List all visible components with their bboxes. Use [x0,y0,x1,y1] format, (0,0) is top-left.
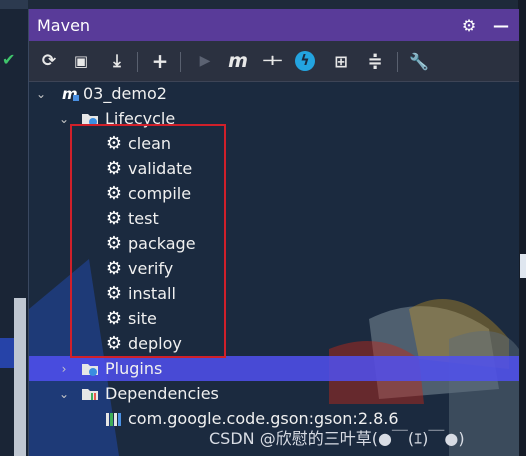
library-icon [105,410,123,428]
lifecycle-goal-label: compile [128,184,192,203]
download-icon[interactable]: ⤓ [105,49,129,73]
lifecycle-goal-label: test [128,209,159,228]
lifecycle-item[interactable]: ⚙ deploy [29,331,519,356]
gear-icon: ⚙ [105,332,123,354]
tree-row-plugins[interactable]: › Plugins [29,356,519,381]
skip-tests-icon[interactable]: ϟ [295,51,315,71]
gear-icon: ⚙ [105,232,123,254]
tool-window-marker[interactable] [520,254,526,278]
lifecycle-item[interactable]: ⚙ install [29,281,519,306]
editor-selection-marker [0,338,14,368]
maven-goal-icon[interactable]: m [226,49,250,73]
gear-icon: ⚙ [105,282,123,304]
lifecycle-item[interactable]: ⚙ verify [29,256,519,281]
tree-row-lifecycle[interactable]: ⌄ Lifecycle [29,106,519,131]
maven-project-tree: ⌄ m 03_demo2 ⌄ Lifecycle ⚙ clean ⚙ valid… [29,81,519,456]
gear-icon: ⚙ [105,132,123,154]
chevron-right-icon[interactable]: › [57,362,71,376]
lifecycle-goal-label: clean [128,134,172,153]
lifecycle-goal-label: verify [128,259,174,278]
editor-tab-strip [0,0,28,9]
gear-icon: ⚙ [105,307,123,329]
lifecycle-item[interactable]: ⚙ clean [29,131,519,156]
add-folder-icon[interactable]: ▣ [69,49,93,73]
editor-scrollbar[interactable] [14,298,26,456]
project-name: 03_demo2 [83,84,167,103]
maven-tool-window: Maven ⚙ — ⟳ ▣ ⤓ + ▶ m ⊣⊢ ϟ ⊞ ≑ 🔧 ⌄ m 03_… [28,9,519,456]
folder-gear-icon [81,110,99,128]
watermark: CSDN @欣慰的三叶草(●￣(ｴ)￣●) [209,429,465,448]
lifecycle-goal-label: package [128,234,196,253]
lifecycle-item[interactable]: ⚙ package [29,231,519,256]
minimize-icon[interactable]: — [491,15,511,35]
editor-gutter: ✔ [0,0,28,456]
gear-icon: ⚙ [105,207,123,229]
side-tool-strip [518,0,526,456]
lifecycle-label: Lifecycle [105,109,176,128]
lifecycle-item[interactable]: ⚙ validate [29,156,519,181]
toolbar-separator [397,52,398,72]
folder-library-icon [81,385,99,403]
check-icon: ✔ [2,50,16,69]
toolbar-separator [180,52,181,72]
lifecycle-goal-label: install [128,284,176,303]
tool-window-header: Maven ⚙ — [29,9,519,41]
show-dependencies-icon[interactable]: ⊞ [329,49,353,73]
toggle-offline-icon[interactable]: ⊣⊢ [259,49,283,73]
dependencies-label: Dependencies [105,384,219,403]
tree-row-project[interactable]: ⌄ m 03_demo2 [29,81,519,106]
run-icon[interactable]: ▶ [193,49,217,73]
folder-plugin-icon [81,360,99,378]
lifecycle-item[interactable]: ⚙ test [29,206,519,231]
chevron-down-icon[interactable]: ⌄ [57,112,71,126]
chevron-down-icon[interactable]: ⌄ [34,87,48,101]
add-icon[interactable]: + [148,49,172,73]
settings-gear-icon[interactable]: ⚙ [459,15,479,35]
maven-toolbar: ⟳ ▣ ⤓ + ▶ m ⊣⊢ ϟ ⊞ ≑ 🔧 [29,41,519,82]
gear-icon: ⚙ [105,157,123,179]
gear-icon: ⚙ [105,257,123,279]
gear-icon: ⚙ [105,182,123,204]
maven-project-icon: m [61,85,79,103]
toolbar-separator [137,52,138,72]
lifecycle-goal-label: deploy [128,334,182,353]
lifecycle-item[interactable]: ⚙ compile [29,181,519,206]
reload-icon[interactable]: ⟳ [37,49,61,73]
lifecycle-goal-label: validate [128,159,193,178]
collapse-all-icon[interactable]: ≑ [363,49,387,73]
tree-row-dependencies[interactable]: ⌄ Dependencies [29,381,519,406]
lifecycle-goal-label: site [128,309,157,328]
plugins-label: Plugins [105,359,163,378]
maven-settings-icon[interactable]: 🔧 [407,49,431,73]
lifecycle-item[interactable]: ⚙ site [29,306,519,331]
tool-window-title: Maven [37,16,91,35]
chevron-down-icon[interactable]: ⌄ [57,387,71,401]
